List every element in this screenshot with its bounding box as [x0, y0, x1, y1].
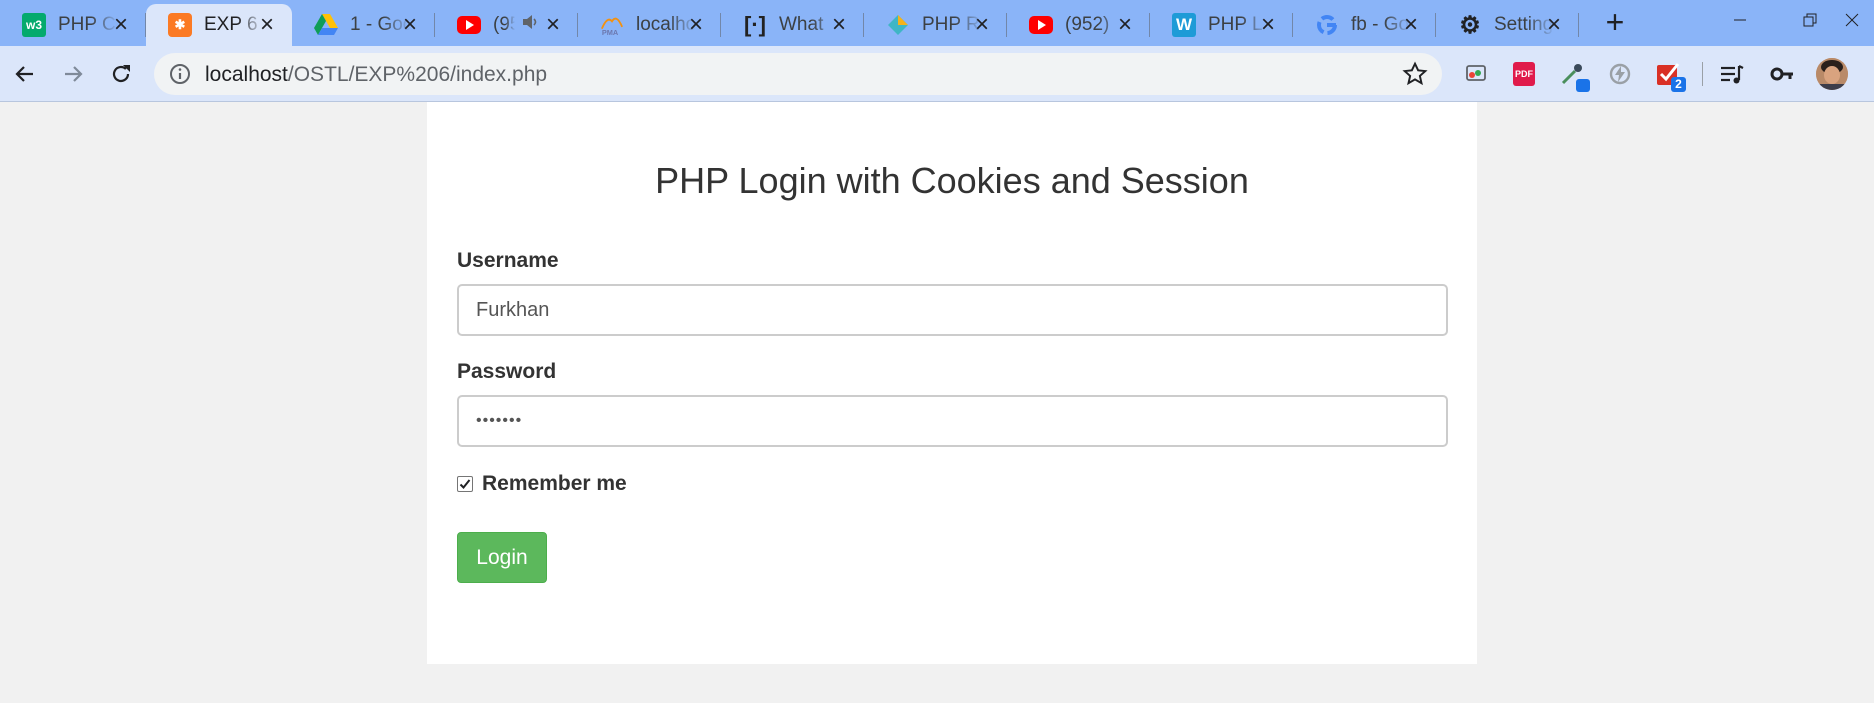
address-bar[interactable]: localhost/OSTL/EXP%206/index.php — [154, 53, 1442, 95]
remember-me-label[interactable]: Remember me — [482, 472, 627, 496]
eyedropper-extension[interactable] — [1556, 58, 1590, 92]
arrow-left-icon — [15, 66, 33, 82]
close-tab-icon[interactable]: × — [685, 13, 707, 37]
url-host: localhost — [205, 63, 288, 86]
page-title: PHP Login with Cookies and Session — [655, 160, 1249, 201]
todo-extension[interactable]: 2 — [1652, 58, 1686, 92]
profile-avatar[interactable] — [1816, 58, 1848, 90]
close-tab-icon[interactable]: × — [1543, 13, 1565, 37]
checkmark-icon — [459, 479, 471, 489]
close-icon — [1845, 13, 1859, 27]
google-drive-icon — [314, 13, 338, 37]
diamond-logo-icon — [886, 13, 910, 37]
new-tab-button[interactable]: + — [1598, 6, 1632, 40]
info-icon[interactable] — [168, 62, 192, 86]
page-viewport: PHP Login with Cookies and Session Usern… — [0, 102, 1874, 703]
reload-button[interactable] — [104, 57, 138, 91]
speaker-icon[interactable] — [521, 13, 539, 37]
tab-what[interactable]: [·] What × — [721, 4, 864, 46]
svg-text:PMA: PMA — [602, 28, 619, 37]
restore-icon — [1803, 13, 1817, 27]
close-tab-icon[interactable]: × — [1400, 13, 1422, 37]
remember-me-row: Remember me — [457, 472, 627, 496]
login-button[interactable]: Login — [457, 532, 547, 583]
toolbar-divider — [1702, 62, 1703, 86]
url-text[interactable]: localhost/OSTL/EXP%206/index.php — [205, 63, 547, 87]
bookmark-star-icon[interactable] — [1402, 61, 1428, 87]
tab-google-drive[interactable]: 1 - Google Drive × — [292, 4, 435, 46]
forward-button[interactable] — [56, 57, 90, 91]
lightning-icon — [1609, 63, 1631, 85]
tab-divider — [1578, 13, 1579, 37]
playlist-icon — [1721, 65, 1744, 84]
login-card: PHP Login with Cookies and Session Usern… — [427, 102, 1477, 664]
tab-youtube[interactable]: (952) × — [435, 4, 578, 46]
close-tab-icon[interactable]: × — [971, 13, 993, 37]
key-icon — [1770, 67, 1793, 81]
passwords-button[interactable] — [1766, 58, 1798, 90]
youtube-icon — [457, 13, 481, 37]
cast-extension[interactable] — [1460, 58, 1492, 90]
minimize-icon — [1734, 19, 1746, 21]
password-input[interactable] — [457, 395, 1448, 447]
tab-fb-google[interactable]: fb - Google × — [1293, 4, 1436, 46]
browser-toolbar: localhost/OSTL/EXP%206/index.php PDF 2 — [0, 46, 1874, 102]
close-tab-icon[interactable]: × — [828, 13, 850, 37]
pdf-icon: PDF — [1513, 62, 1535, 86]
username-label: Username — [457, 249, 559, 272]
remember-me-checkbox[interactable] — [457, 476, 473, 492]
tab-strip: w3 PHP Cookies × ✱ EXP 6 × 1 - Google Dr… — [0, 0, 1874, 46]
minimize-button[interactable] — [1720, 6, 1760, 34]
todo-badge: 2 — [1671, 77, 1686, 92]
close-tab-icon[interactable]: × — [542, 13, 564, 37]
password-label: Password — [457, 360, 557, 383]
reload-icon — [112, 65, 130, 83]
gear-icon: ⚙ — [1459, 11, 1481, 39]
xampp-icon: ✱ — [168, 13, 192, 37]
w-logo-icon: W — [1172, 13, 1196, 37]
tab-title: EXP 6 — [204, 14, 258, 35]
cast-icon — [1466, 65, 1486, 81]
tab-php-r[interactable]: PHP R × — [864, 4, 1007, 46]
tab-settings[interactable]: ⚙ Settings × — [1436, 4, 1579, 46]
eyedropper-badge — [1576, 79, 1590, 92]
tab-youtube-2[interactable]: (952) × — [1007, 4, 1150, 46]
tab-php-l[interactable]: W PHP L × — [1150, 4, 1293, 46]
back-button[interactable] — [8, 57, 42, 91]
tab-title: PHP Cookies — [58, 14, 118, 35]
youtube-icon — [1029, 13, 1053, 37]
close-tab-icon[interactable]: × — [256, 13, 278, 37]
close-tab-icon[interactable]: × — [1114, 13, 1136, 37]
tab-exp6[interactable]: ✱ EXP 6 × — [146, 4, 292, 46]
phpmyadmin-icon: PMA — [600, 13, 624, 37]
bracket-icon: [·] — [744, 12, 766, 37]
playlist-extension[interactable] — [1716, 58, 1748, 90]
tab-title: (952) — [493, 14, 515, 35]
arrow-right-icon — [65, 66, 83, 82]
close-tab-icon[interactable]: × — [1257, 13, 1279, 37]
close-window-button[interactable] — [1832, 6, 1872, 34]
close-tab-icon[interactable]: × — [399, 13, 421, 37]
tab-php-cookies[interactable]: w3 PHP Cookies × — [0, 4, 146, 46]
avatar-icon — [1816, 58, 1848, 90]
url-path: /OSTL/EXP%206/index.php — [287, 63, 548, 86]
google-icon — [1315, 13, 1339, 37]
lightning-extension[interactable] — [1604, 58, 1636, 90]
pdf-extension[interactable]: PDF — [1508, 58, 1540, 90]
restore-button[interactable] — [1790, 6, 1830, 34]
username-input[interactable] — [457, 284, 1448, 336]
w3schools-icon: w3 — [22, 13, 46, 37]
tab-phpmyadmin[interactable]: PMA localhost × — [578, 4, 721, 46]
close-tab-icon[interactable]: × — [110, 13, 132, 37]
